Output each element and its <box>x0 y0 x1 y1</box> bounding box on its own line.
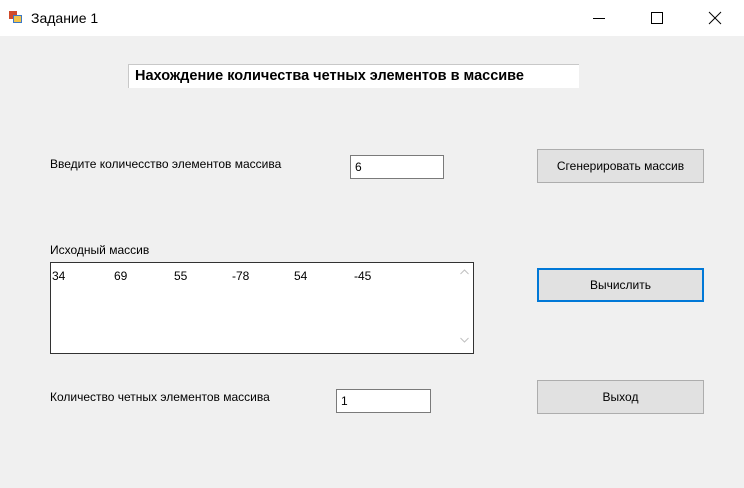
close-icon <box>708 11 722 25</box>
even-count-label: Количество четных элементов массива <box>50 390 270 404</box>
calculate-button[interactable]: Вычислить <box>537 268 704 302</box>
even-count-output[interactable] <box>336 389 431 413</box>
exit-button[interactable]: Выход <box>537 380 704 414</box>
source-array-list[interactable]: 34 69 55 -78 54 -45 <box>50 262 474 354</box>
maximize-icon <box>651 12 663 24</box>
element-count-input[interactable] <box>350 155 444 179</box>
array-value: 69 <box>114 269 128 283</box>
array-value: -78 <box>232 269 250 283</box>
window-title: Задание 1 <box>31 10 99 26</box>
title-bar: Задание 1 <box>0 0 744 36</box>
source-array-label: Исходный массив <box>50 243 150 257</box>
element-count-label: Введите количесство элементов массива <box>50 157 282 171</box>
vertical-scrollbar[interactable] <box>456 263 473 353</box>
array-value: 34 <box>52 269 66 283</box>
array-value: 54 <box>294 269 308 283</box>
array-value: 55 <box>174 269 188 283</box>
list-item[interactable]: 34 69 55 -78 54 -45 <box>52 269 452 283</box>
minimize-icon <box>593 18 605 19</box>
generate-array-button[interactable]: Сгенерировать массив <box>537 149 704 183</box>
maximize-button[interactable] <box>628 0 686 36</box>
scroll-up-icon[interactable] <box>460 269 469 275</box>
close-button[interactable] <box>686 0 744 36</box>
app-icon <box>9 11 22 23</box>
minimize-button[interactable] <box>570 0 628 36</box>
array-value: -45 <box>354 269 372 283</box>
scroll-down-icon[interactable] <box>460 337 469 343</box>
page-title: Нахождение количества четных элементов в… <box>128 64 579 88</box>
